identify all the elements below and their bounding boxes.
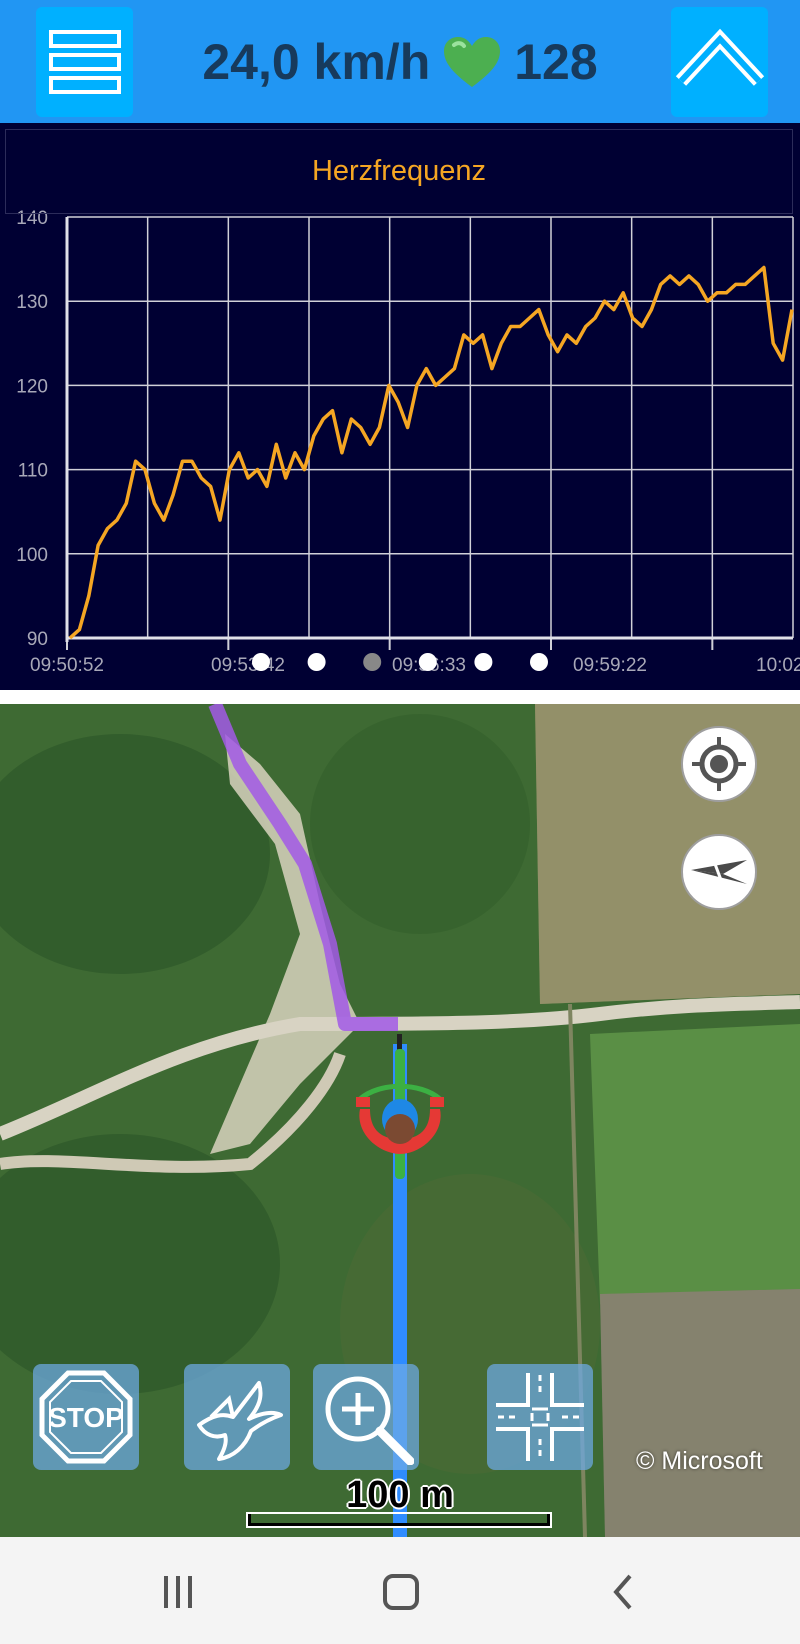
chart-title: Herzfrequenz <box>5 129 793 214</box>
map-view[interactable]: STOP © Microsoft 100 m <box>0 704 800 1537</box>
bird-view-button[interactable] <box>184 1364 290 1470</box>
y-tick-label: 100 <box>16 545 48 566</box>
menu-button[interactable] <box>36 7 133 117</box>
map-scale-bar <box>248 1514 550 1526</box>
y-tick-label: 130 <box>16 292 48 313</box>
home-icon <box>383 1574 419 1610</box>
recent-apps-icon <box>164 1576 192 1608</box>
system-navigation-bar <box>0 1537 800 1644</box>
pager-dot[interactable] <box>474 653 493 671</box>
speed-value: 24,0 km/h <box>202 34 431 90</box>
back-button[interactable] <box>594 1567 654 1617</box>
speed-heartrate-display: 24,0 km/h 128 <box>140 32 660 92</box>
stop-sign-icon: STOP <box>39 1370 133 1464</box>
stop-button[interactable]: STOP <box>33 1364 139 1470</box>
zoom-in-button[interactable] <box>313 1364 419 1470</box>
x-tick-label: 09:50:52 <box>30 655 104 676</box>
locate-button[interactable] <box>681 726 757 802</box>
chevron-up-icon <box>675 28 764 86</box>
cyclist-position-marker <box>356 1034 444 1179</box>
intersection-button[interactable] <box>487 1364 593 1470</box>
y-tick-label: 110 <box>18 461 48 482</box>
x-tick-label: 09:59:22 <box>573 655 647 676</box>
heart-rate-line <box>68 265 794 640</box>
heart-icon <box>442 35 502 89</box>
zoom-in-icon <box>325 1376 414 1465</box>
recent-apps-button[interactable] <box>148 1567 208 1617</box>
x-tick-label: 09:53:42 <box>211 655 285 676</box>
map-scale-label: 100 m <box>346 1474 454 1516</box>
y-tick-label: 120 <box>16 376 48 397</box>
back-icon <box>613 1574 632 1610</box>
locate-crosshair-icon <box>692 737 746 791</box>
home-button[interactable] <box>371 1567 431 1617</box>
divider <box>0 690 800 704</box>
collapse-up-button[interactable] <box>671 7 768 117</box>
compass-button[interactable] <box>681 834 757 910</box>
pager-dot[interactable] <box>363 653 382 671</box>
hamburger-menu-icon <box>48 30 121 94</box>
bird-icon <box>197 1381 283 1461</box>
pager-dot[interactable] <box>530 653 548 671</box>
compass-icon <box>691 860 747 884</box>
pager-dot[interactable] <box>252 653 270 671</box>
svg-text:STOP: STOP <box>48 1402 124 1433</box>
pager-dot[interactable] <box>418 653 437 671</box>
pager-dot[interactable] <box>307 653 326 671</box>
intersection-icon <box>496 1373 584 1461</box>
heart-rate-value: 128 <box>514 34 598 90</box>
heart-rate-chart-panel[interactable]: 9010011012013014009:50:5209:53:4209:56:3… <box>0 123 800 690</box>
top-bar: 24,0 km/h 128 <box>0 0 800 123</box>
map-copyright: © Microsoft <box>636 1447 763 1475</box>
y-tick-label: 90 <box>27 629 48 650</box>
x-tick-label: 10:02 <box>756 655 800 676</box>
